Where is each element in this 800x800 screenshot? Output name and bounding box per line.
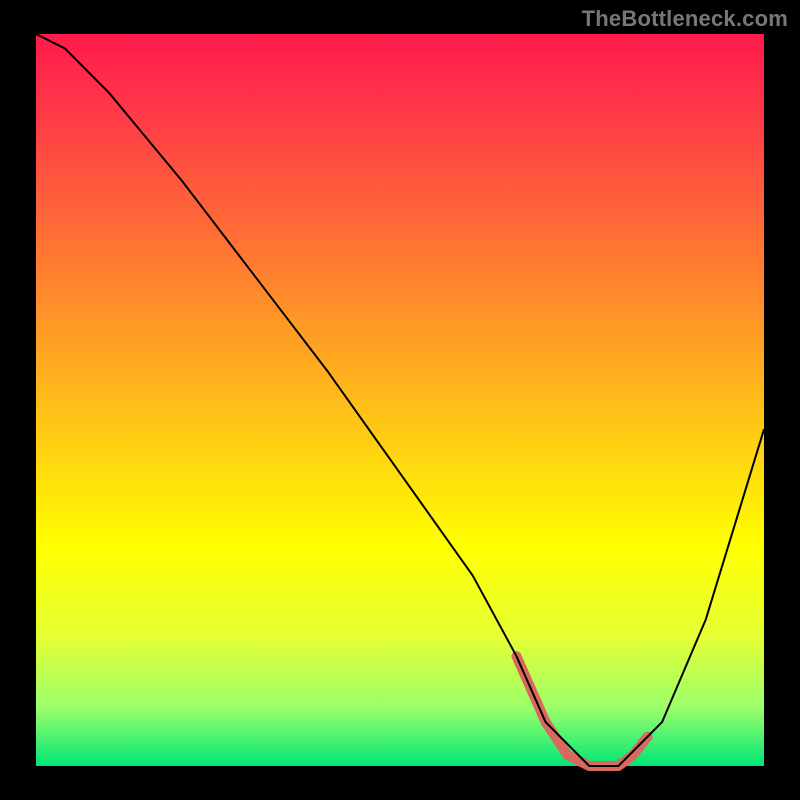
chart-container: TheBottleneck.com — [0, 0, 800, 800]
watermark-text: TheBottleneck.com — [582, 6, 788, 32]
plot-background-gradient — [36, 34, 764, 766]
bottleneck-chart — [0, 0, 800, 800]
